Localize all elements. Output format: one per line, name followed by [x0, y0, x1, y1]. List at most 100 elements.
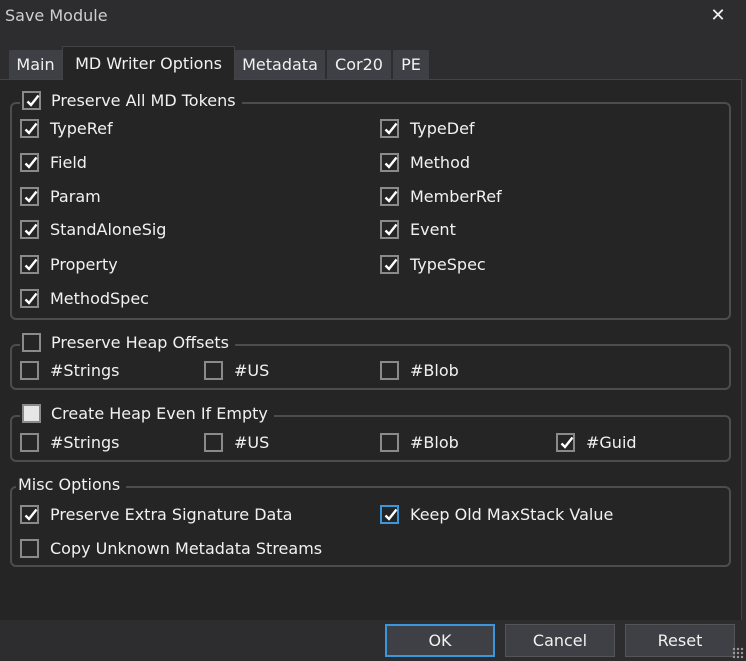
checkbox[interactable]: [380, 119, 399, 138]
tab-pe-label: PE: [401, 55, 421, 74]
checkbox-offset-us[interactable]: #US: [204, 361, 269, 380]
checkbox[interactable]: [556, 433, 575, 452]
checkbox-heap-strings[interactable]: #Strings: [20, 433, 120, 452]
checkbox[interactable]: [22, 91, 41, 110]
tab-pe[interactable]: PE: [393, 50, 429, 80]
misc-options-group: Misc Options Preserve Extra Signature Da…: [10, 475, 731, 567]
tab-cor20[interactable]: Cor20: [327, 50, 391, 80]
checkbox[interactable]: [380, 361, 399, 380]
checkbox-label: TypeDef: [410, 119, 475, 138]
checkmark-icon: [384, 122, 398, 135]
title-bar: Save Module ✕: [0, 0, 746, 38]
checkbox[interactable]: [204, 361, 223, 380]
checkbox[interactable]: [380, 153, 399, 172]
checkbox[interactable]: [22, 404, 41, 423]
checkbox-label: Preserve Extra Signature Data: [50, 505, 293, 524]
reset-button[interactable]: Reset: [625, 624, 735, 657]
checkbox-typeref[interactable]: TypeRef: [20, 119, 113, 138]
tab-main[interactable]: Main: [9, 50, 62, 80]
checkbox-methodspec[interactable]: MethodSpec: [20, 289, 149, 308]
checkbox[interactable]: [380, 505, 399, 524]
checkbox-heap-us[interactable]: #US: [204, 433, 269, 452]
checkbox-label: Keep Old MaxStack Value: [410, 505, 614, 524]
checkbox-label: StandAloneSig: [50, 220, 167, 239]
checkbox-event[interactable]: Event: [380, 220, 456, 239]
checkbox-property[interactable]: Property: [20, 255, 118, 274]
checkbox[interactable]: [20, 255, 39, 274]
checkbox[interactable]: [20, 539, 39, 558]
checkbox[interactable]: [20, 361, 39, 380]
checkbox-param[interactable]: Param: [20, 187, 101, 206]
checkbox-label: Method: [410, 153, 471, 172]
checkmark-icon: [24, 156, 38, 169]
checkbox-label: #US: [234, 433, 270, 452]
checkbox[interactable]: [20, 289, 39, 308]
tab-metadata[interactable]: Metadata: [235, 50, 325, 80]
checkbox[interactable]: [20, 119, 39, 138]
heap-offsets-group: Preserve Heap Offsets #Strings #US #Blob: [10, 333, 731, 390]
checkbox[interactable]: [20, 187, 39, 206]
resize-grip-icon[interactable]: [732, 647, 744, 659]
misc-options-label: Misc Options: [18, 475, 121, 494]
checkbox-method[interactable]: Method: [380, 153, 470, 172]
checkbox[interactable]: [380, 255, 399, 274]
misc-options-legend: Misc Options: [16, 475, 127, 494]
checkbox[interactable]: [380, 220, 399, 239]
checkbox-typespec[interactable]: TypeSpec: [380, 255, 486, 274]
checkmark-icon: [24, 190, 38, 203]
checkbox-offset-blob[interactable]: #Blob: [380, 361, 459, 380]
checkbox-label: Property: [50, 255, 118, 274]
checkmark-icon: [384, 508, 398, 521]
checkbox-label: #Strings: [50, 433, 120, 452]
ok-button[interactable]: OK: [385, 624, 495, 657]
heap-offsets-toggle[interactable]: Preserve Heap Offsets: [20, 333, 235, 352]
preserve-tokens-toggle[interactable]: Preserve All MD Tokens: [20, 91, 242, 110]
checkbox-memberref[interactable]: MemberRef: [380, 187, 502, 206]
checkbox[interactable]: [380, 187, 399, 206]
checkbox-typedef[interactable]: TypeDef: [380, 119, 475, 138]
checkbox-label: Event: [410, 220, 456, 239]
checkbox-label: MemberRef: [410, 187, 502, 206]
checkbox-label: TypeSpec: [410, 255, 486, 274]
tab-md-writer-options-label: MD Writer Options: [75, 54, 222, 73]
preserve-tokens-group: Preserve All MD Tokens TypeRef TypeDef F…: [10, 91, 731, 320]
checkbox-keep-maxstack[interactable]: Keep Old MaxStack Value: [380, 505, 613, 524]
checkbox-label: #Strings: [50, 361, 120, 380]
checkbox-field[interactable]: Field: [20, 153, 87, 172]
close-icon[interactable]: ✕: [704, 2, 732, 30]
checkmark-icon: [24, 122, 38, 135]
checkmark-icon: [384, 190, 398, 203]
checkbox[interactable]: [380, 433, 399, 452]
checkbox[interactable]: [20, 505, 39, 524]
cancel-button[interactable]: Cancel: [505, 624, 615, 657]
tab-main-label: Main: [16, 55, 55, 74]
checkbox-label: MethodSpec: [50, 289, 149, 308]
checkbox[interactable]: [20, 153, 39, 172]
checkmark-icon: [24, 508, 38, 521]
checkbox-label: #Blob: [410, 433, 459, 452]
checkbox[interactable]: [20, 220, 39, 239]
create-heap-toggle[interactable]: Create Heap Even If Empty: [20, 404, 274, 423]
checkbox-preserve-extra-sig[interactable]: Preserve Extra Signature Data: [20, 505, 292, 524]
checkbox-offset-strings[interactable]: #Strings: [20, 361, 120, 380]
heap-offsets-label: Preserve Heap Offsets: [51, 333, 229, 352]
tab-md-writer-options[interactable]: MD Writer Options: [62, 46, 235, 80]
checkbox-heap-blob[interactable]: #Blob: [380, 433, 459, 452]
checkmark-icon: [384, 258, 398, 271]
checkmark-icon: [24, 223, 38, 236]
checkmark-icon: [24, 292, 38, 305]
checkbox[interactable]: [22, 333, 41, 352]
checkbox[interactable]: [204, 433, 223, 452]
checkbox-standalonesig[interactable]: StandAloneSig: [20, 220, 166, 239]
checkbox[interactable]: [20, 433, 39, 452]
checkbox-label: Copy Unknown Metadata Streams: [50, 539, 323, 558]
checkbox-copy-unknown-streams[interactable]: Copy Unknown Metadata Streams: [20, 539, 322, 558]
create-heap-group: Create Heap Even If Empty #Strings #US #…: [10, 404, 731, 462]
create-heap-label: Create Heap Even If Empty: [51, 404, 268, 423]
checkmark-icon: [24, 258, 38, 271]
checkbox-label: Param: [50, 187, 101, 206]
tab-cor20-label: Cor20: [335, 55, 383, 74]
checkbox-heap-guid[interactable]: #Guid: [556, 433, 637, 452]
preserve-tokens-label: Preserve All MD Tokens: [51, 91, 236, 110]
checkbox-label: TypeRef: [50, 119, 113, 138]
